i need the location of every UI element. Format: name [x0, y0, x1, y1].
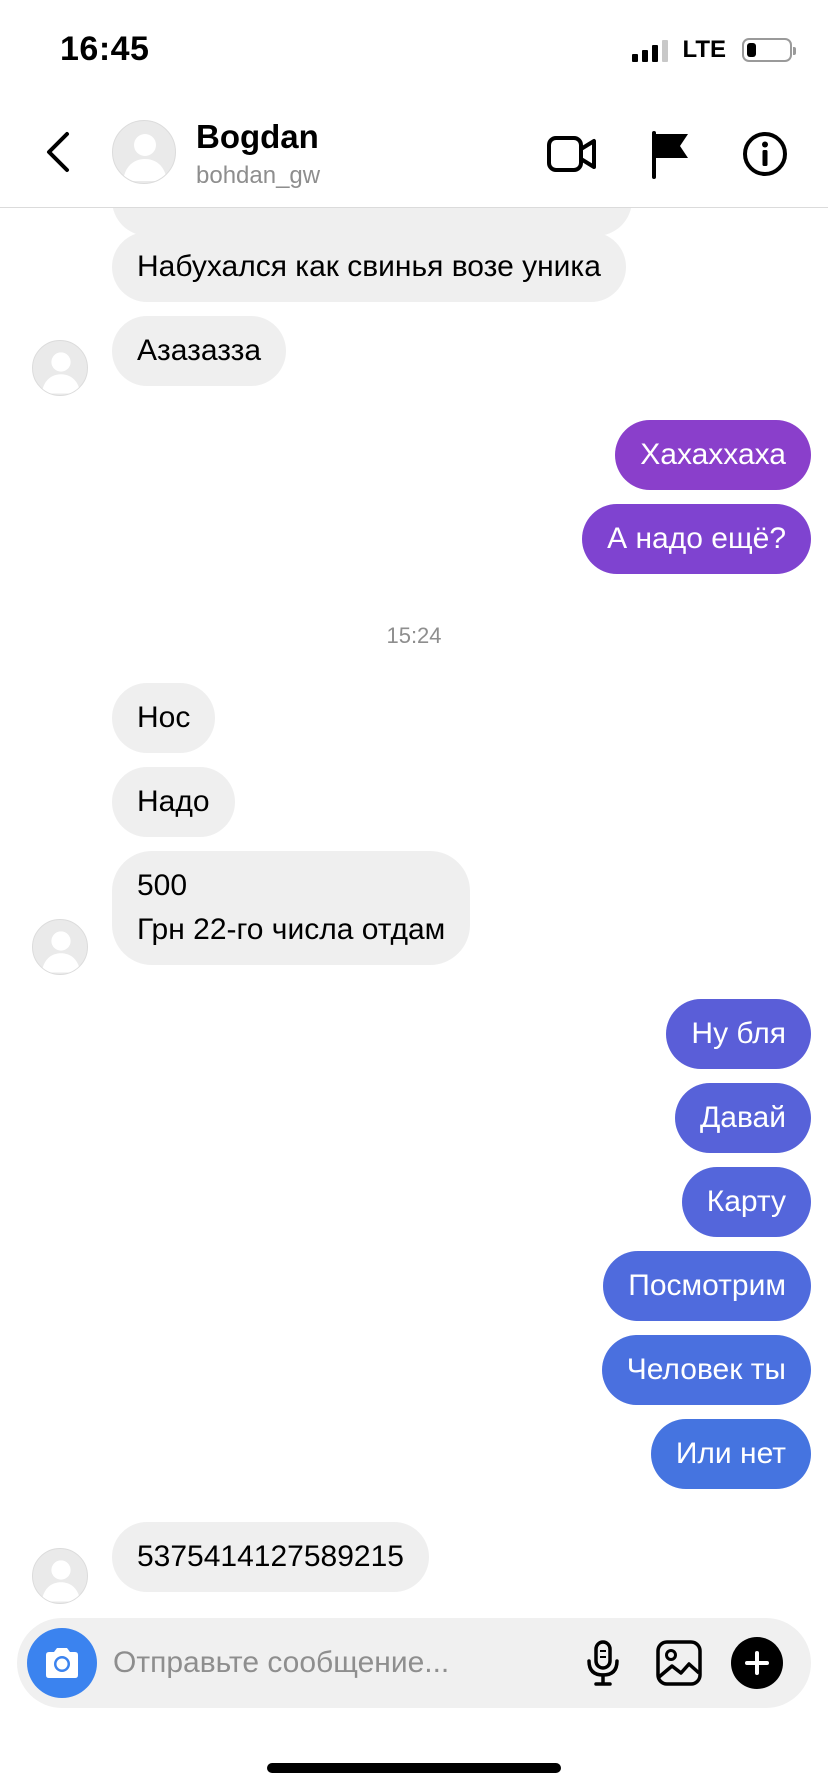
- battery-icon: [742, 38, 796, 62]
- flag-icon: [652, 131, 688, 179]
- message-input[interactable]: [113, 1640, 473, 1686]
- report-button[interactable]: [642, 126, 698, 182]
- default-avatar-icon: [41, 931, 81, 973]
- message-bubble[interactable]: 500 Грн 22-го числа отдам: [112, 851, 471, 965]
- message-composer: [17, 1618, 811, 1708]
- sender-avatar[interactable]: [32, 340, 88, 396]
- microphone-icon: [587, 1640, 619, 1686]
- back-button[interactable]: [34, 122, 82, 182]
- message-bubble[interactable]: Посмотрим: [603, 1251, 811, 1321]
- message-bubble[interactable]: Набухался как свинья возе уника: [112, 232, 626, 302]
- contact-username[interactable]: bohdan_gw: [196, 162, 320, 190]
- message-timestamp: 15:24: [386, 623, 442, 648]
- message-bubble[interactable]: Карту: [681, 1167, 811, 1237]
- status-time: 16:45: [60, 30, 150, 68]
- message-bubble[interactable]: 5375414127589215: [112, 1522, 429, 1592]
- chevron-left-icon: [47, 132, 69, 172]
- message-bubble[interactable]: Человек ты: [601, 1335, 811, 1405]
- status-bar: 16:45 LTE: [0, 0, 828, 100]
- plus-icon: [745, 1651, 769, 1675]
- status-indicators: LTE: [632, 36, 796, 64]
- more-options-button[interactable]: [731, 1637, 783, 1689]
- direct-message-screen: 16:45 LTE Bogdan bohdan_gw Набухался как…: [0, 0, 828, 1792]
- sender-avatar[interactable]: [32, 919, 88, 975]
- contact-avatar[interactable]: [112, 120, 176, 184]
- contact-name[interactable]: Bogdan: [196, 118, 319, 156]
- network-type: LTE: [682, 36, 726, 63]
- message-thread[interactable]: Набухался как свинья возе уника Азазазза…: [0, 208, 828, 1608]
- image-icon: [656, 1640, 702, 1686]
- video-call-button[interactable]: [544, 126, 600, 182]
- gallery-button[interactable]: [651, 1635, 707, 1691]
- sender-avatar[interactable]: [32, 1548, 88, 1604]
- default-avatar-icon: [41, 352, 81, 394]
- info-button[interactable]: [737, 126, 793, 182]
- signal-strength-icon: [632, 38, 669, 62]
- video-camera-icon: [547, 136, 596, 172]
- message-bubble[interactable]: Ну бля: [666, 999, 811, 1069]
- camera-icon: [46, 1648, 78, 1678]
- message-bubble[interactable]: Нос: [112, 683, 216, 753]
- message-bubble[interactable]: Надо: [112, 767, 235, 837]
- home-indicator[interactable]: [267, 1763, 561, 1773]
- default-avatar-icon: [41, 1560, 81, 1602]
- message-bubble[interactable]: Хахаххаха: [615, 420, 811, 490]
- message-bubble[interactable]: Азазазза: [112, 316, 287, 386]
- voice-message-button[interactable]: [575, 1635, 631, 1691]
- message-bubble[interactable]: А надо ещё?: [582, 504, 811, 574]
- camera-button[interactable]: [27, 1628, 97, 1698]
- message-bubble[interactable]: Давай: [674, 1083, 811, 1153]
- default-avatar-icon: [123, 134, 167, 181]
- chat-header: Bogdan bohdan_gw: [0, 100, 828, 208]
- info-icon: [743, 132, 787, 176]
- message-bubble[interactable]: Или нет: [650, 1419, 811, 1489]
